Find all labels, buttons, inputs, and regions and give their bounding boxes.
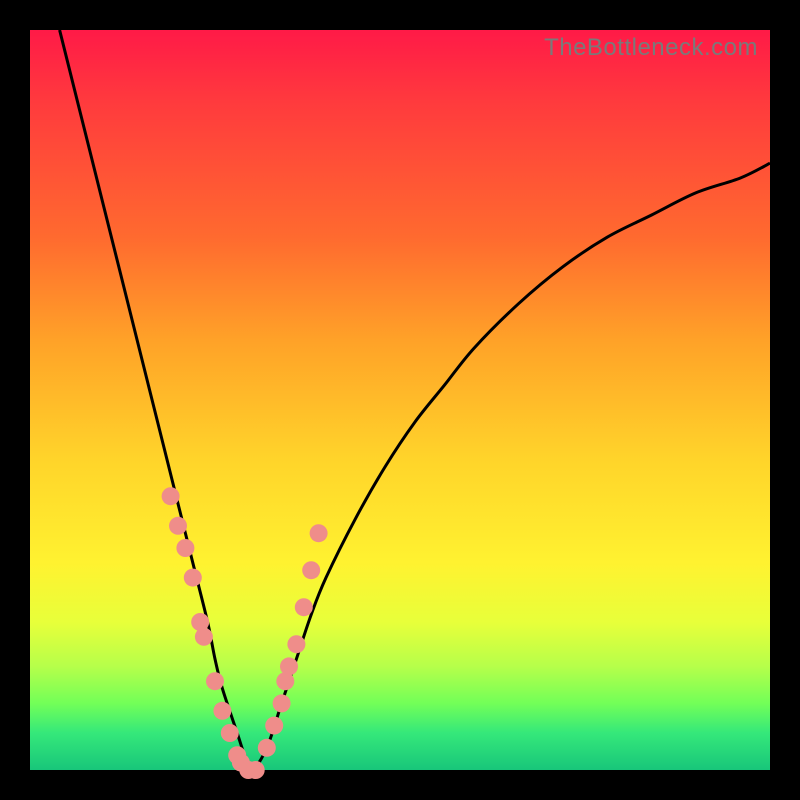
chart-frame: TheBottleneck.com	[0, 0, 800, 800]
scatter-point	[287, 635, 305, 653]
scatter-point	[302, 561, 320, 579]
plot-area: TheBottleneck.com	[30, 30, 770, 770]
scatter-point	[195, 628, 213, 646]
scatter-point	[213, 702, 231, 720]
scatter-point	[280, 657, 298, 675]
scatter-point	[295, 598, 313, 616]
scatter-point	[184, 569, 202, 587]
scatter-series	[162, 487, 328, 779]
scatter-point	[206, 672, 224, 690]
chart-svg	[30, 30, 770, 770]
scatter-point	[258, 739, 276, 757]
scatter-point	[176, 539, 194, 557]
scatter-point	[169, 517, 187, 535]
scatter-point	[162, 487, 180, 505]
scatter-point	[265, 717, 283, 735]
scatter-point	[221, 724, 239, 742]
scatter-point	[273, 694, 291, 712]
black-curve	[60, 30, 770, 770]
scatter-point	[247, 761, 265, 779]
scatter-point	[310, 524, 328, 542]
line-series	[60, 30, 770, 770]
